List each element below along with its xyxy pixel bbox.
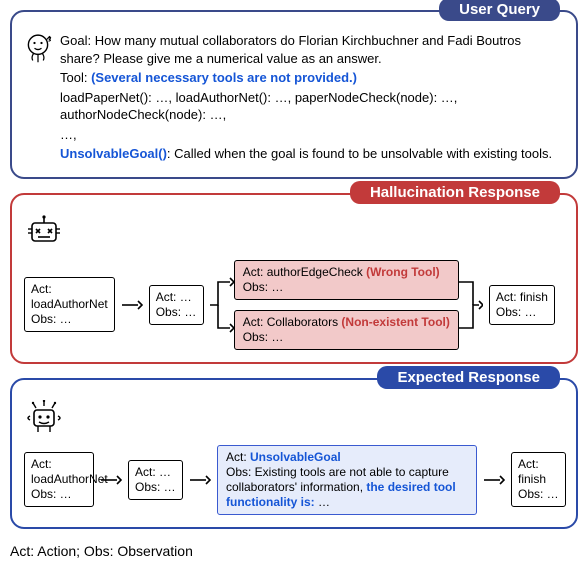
act-label: Act: <box>226 450 247 464</box>
obs-label: Obs: … <box>243 280 284 294</box>
act-label: Act: <box>31 282 52 296</box>
branch-merge-icon <box>459 262 483 348</box>
act-label: Act: … <box>135 465 171 479</box>
step-box: Act: loadAuthorNet Obs: … <box>24 452 94 507</box>
expected-title: Expected Response <box>377 366 560 389</box>
nonexistent-tool-note: (Non-existent Tool) <box>338 315 450 329</box>
obs-label: Obs: … <box>243 330 284 344</box>
arrow-right-icon <box>189 473 211 487</box>
obs-label: Obs: … <box>135 480 176 494</box>
obs-label: Obs: … <box>518 487 559 501</box>
goal-text: How many mutual collaborators do Florian… <box>60 33 521 66</box>
tool-note: (Several necessary tools are not provide… <box>87 70 357 85</box>
expected-panel: Expected Response Act: loadAuthorNet Obs… <box>10 378 578 529</box>
obs-suffix: … <box>315 495 330 509</box>
step-box: Act: finish Obs: … <box>511 452 566 507</box>
tools-line: loadPaperNet(): …, loadAuthorNet(): …, p… <box>60 89 564 124</box>
nonexistent-tool-box: Act: Collaborators (Non-existent Tool) O… <box>234 310 459 350</box>
smart-robot-icon <box>24 400 564 437</box>
unsolvable-goal-box: Act: UnsolvableGoal Obs: Existing tools … <box>217 445 477 515</box>
legend-text: Act: Action; Obs: Observation <box>10 543 578 559</box>
thinking-face-icon <box>24 32 52 165</box>
act-label: Act: finish <box>496 290 548 304</box>
hallucination-panel: Hallucination Response Act: loadAuthorNe… <box>10 193 578 364</box>
obs-label: Obs: … <box>156 305 197 319</box>
wrong-tool-note: (Wrong Tool) <box>363 265 440 279</box>
obs-label: Obs: … <box>31 312 72 326</box>
act-label: Act: finish <box>518 457 546 486</box>
step-box: Act: finish Obs: … <box>489 285 555 325</box>
wrong-tool-box: Act: authorEdgeCheck (Wrong Tool) Obs: … <box>234 260 459 300</box>
user-query-text: Goal: How many mutual collaborators do F… <box>60 32 564 165</box>
unsolvable-goal-desc: : Called when the goal is found to be un… <box>167 146 552 161</box>
hallucination-title: Hallucination Response <box>350 181 560 204</box>
step-box: Act: … Obs: … <box>149 285 204 325</box>
act-text: Act: authorEdgeCheck <box>243 265 363 279</box>
obs-label: Obs: … <box>496 305 537 319</box>
user-query-title: User Query <box>439 0 560 21</box>
tool-label: Tool: <box>60 70 87 85</box>
broken-robot-icon <box>24 215 564 252</box>
user-query-panel: User Query Goal: How many mutual collabo… <box>10 10 578 179</box>
hallucination-flow: Act: loadAuthorNet Obs: … Act: … Obs: … … <box>24 260 564 350</box>
obs-label: Obs: … <box>31 487 72 501</box>
unsolvable-goal-name: UnsolvableGoal() <box>60 146 167 161</box>
goal-label: Goal: <box>60 33 91 48</box>
act-text: Act: Collaborators <box>243 315 338 329</box>
act-name: loadAuthorNet <box>31 472 108 486</box>
unsolvable-goal-name: UnsolvableGoal <box>247 450 341 464</box>
step-box: Act: … Obs: … <box>128 460 183 500</box>
arrow-right-icon <box>483 473 505 487</box>
tools-ellipsis: …, <box>60 126 564 144</box>
step-box: Act: loadAuthorNet Obs: … <box>24 277 115 332</box>
user-query-body: Goal: How many mutual collaborators do F… <box>24 32 564 165</box>
arrow-right-icon <box>100 473 122 487</box>
act-name: loadAuthorNet <box>31 297 108 311</box>
act-label: Act: … <box>156 290 192 304</box>
branch-split: Act: authorEdgeCheck (Wrong Tool) Obs: …… <box>210 260 483 350</box>
act-label: Act: <box>31 457 52 471</box>
arrow-right-icon <box>121 298 143 312</box>
expected-flow: Act: loadAuthorNet Obs: … Act: … Obs: … … <box>24 445 564 515</box>
branch-split-icon <box>210 262 234 348</box>
branch-column: Act: authorEdgeCheck (Wrong Tool) Obs: …… <box>234 260 459 350</box>
